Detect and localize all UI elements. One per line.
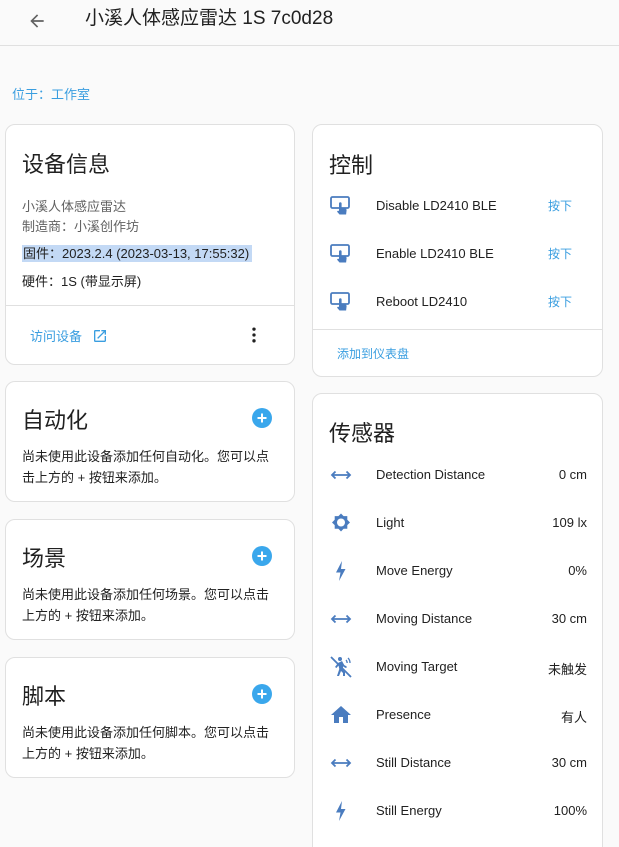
page-title: 小溪人体感应雷达 1S 7c0d28 [85,8,334,29]
device-info-card: 设备信息 小溪人体感应雷达 制造商：小溪创作坊 固件：2023.2.4 (202… [5,124,295,365]
scene-description: 尚未使用此设备添加任何场景。您可以点击上方的 + 按钮来添加。 [22,587,270,623]
plus-icon [257,413,267,423]
sensor-row-still-energy[interactable]: Still Energy 100% [313,791,604,831]
dots-vertical-icon [252,327,256,343]
sensor-label: Moving Target [376,659,458,674]
sensor-row-still-distance[interactable]: Still Distance 30 cm [313,743,604,783]
sensor-label: Detection Distance [376,467,486,482]
plus-icon [257,551,267,561]
area-link[interactable]: 位于：工作室 [12,84,90,103]
device-model: 小溪人体感应雷达 [22,199,127,214]
add-script-button[interactable] [252,684,272,704]
sensors-card: 传感器 Detection Distance 0 cm Light 109 lx… [312,393,603,847]
control-label: Disable LD2410 BLE [376,198,497,213]
control-row-enable-ble: Enable LD2410 BLE 按下 [313,234,604,274]
control-row-reboot: Reboot LD2410 按下 [313,282,604,322]
sensor-label: Still Distance [376,755,452,770]
sensor-label: Moving Distance [376,611,473,626]
automation-card: 自动化 尚未使用此设备添加任何自动化。您可以点击上方的 + 按钮来添加。 [5,381,295,502]
add-to-dashboard-button[interactable]: 添加到仪表盘 [337,345,409,362]
card-divider [6,305,294,306]
sensor-row-presence[interactable]: Presence 有人 [313,695,604,735]
motion-sensor-off-icon [330,656,352,678]
plus-icon [257,689,267,699]
sensor-value: 100% [553,803,587,818]
gesture-tap-button-icon [330,244,350,263]
open-in-new-icon [94,329,107,342]
gesture-tap-button-icon [330,292,350,311]
sensor-value: 有人 [560,710,587,725]
flash-icon [336,561,346,581]
back-button[interactable] [22,6,52,36]
controls-title: 控制 [329,153,374,178]
automation-title: 自动化 [22,408,89,433]
sensor-row-moving-distance[interactable]: Moving Distance 30 cm [313,599,604,639]
brightness-icon [332,513,350,532]
sensor-value: 30 cm [551,611,587,626]
device-info-title: 设备信息 [22,152,111,177]
sensor-label: Still Energy [376,803,442,818]
press-button-disable-ble[interactable]: 按下 [548,197,572,214]
top-app-bar: 小溪人体感应雷达 1S 7c0d28 [0,0,619,46]
sensor-value: 未触发 [547,662,587,677]
add-scene-button[interactable] [252,546,272,566]
device-manufacturer: 制造商：小溪创作坊 [22,219,140,234]
device-firmware: 固件：2023.2.4 (2023-03-13, 17:55:32) [22,243,253,262]
sensor-row-detection-distance[interactable]: Detection Distance 0 cm [313,455,604,495]
sensor-value: 0% [568,563,587,578]
arrow-left-right-icon [330,470,352,480]
visit-device-link[interactable]: 访问设备 [30,326,108,345]
sensor-label: Presence [376,707,431,722]
scene-title: 场景 [22,546,67,571]
gesture-tap-button-icon [330,196,350,215]
sensor-value: 30 cm [551,755,587,770]
control-label: Reboot LD2410 [376,294,468,309]
add-automation-button[interactable] [252,408,272,428]
script-title: 脚本 [22,684,67,709]
script-description: 尚未使用此设备添加任何脚本。您可以点击上方的 + 按钮来添加。 [22,725,270,761]
sensor-value: 0 cm [558,467,587,482]
sensor-label: Move Energy [376,563,453,578]
flash-icon [336,801,346,821]
script-card: 脚本 尚未使用此设备添加任何脚本。您可以点击上方的 + 按钮来添加。 [5,657,295,778]
automation-description: 尚未使用此设备添加任何自动化。您可以点击上方的 + 按钮来添加。 [22,449,270,485]
sensor-label: Light [376,515,405,530]
control-row-disable-ble: Disable LD2410 BLE 按下 [313,186,604,226]
arrow-left-right-icon [330,614,352,624]
press-button-reboot[interactable]: 按下 [548,293,572,310]
sensor-row-moving-target[interactable]: Moving Target 未触发 [313,647,604,687]
sensor-row-move-energy[interactable]: Move Energy 0% [313,551,604,591]
arrow-left-icon [30,14,44,28]
scene-card: 场景 尚未使用此设备添加任何场景。您可以点击上方的 + 按钮来添加。 [5,519,295,640]
control-label: Enable LD2410 BLE [376,246,494,261]
press-button-enable-ble[interactable]: 按下 [548,245,572,262]
sensor-row-light[interactable]: Light 109 lx [313,503,604,543]
controls-card: 控制 Disable LD2410 BLE 按下 Enable LD2410 B… [312,124,603,377]
sensor-value: 109 lx [552,515,587,530]
device-hardware: 硬件：1S (带显示屏) [22,274,142,289]
sensors-title: 传感器 [329,421,396,446]
more-options-button[interactable] [242,323,266,347]
visit-device-label: 访问设备 [30,329,83,344]
card-divider [313,329,602,330]
home-icon [331,706,351,723]
arrow-left-right-icon [330,758,352,768]
firmware-text: 固件：2023.2.4 (2023-03-13, 17:55:32) [22,245,253,262]
